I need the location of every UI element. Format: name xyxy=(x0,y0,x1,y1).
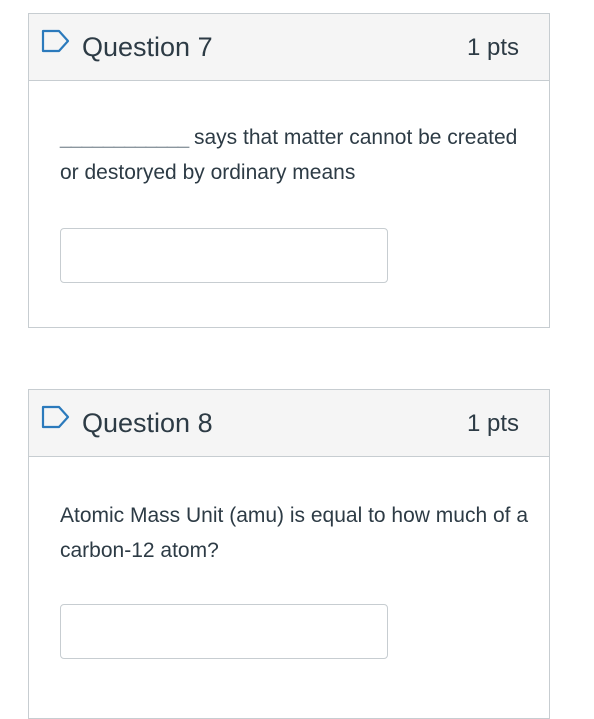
question-text: ____________ says that matter cannot be … xyxy=(60,120,530,190)
question-8-card: Question 8 1 pts Atomic Mass Unit (amu) … xyxy=(28,389,550,719)
answer-input[interactable] xyxy=(60,604,388,659)
flag-question-icon[interactable] xyxy=(41,29,71,53)
question-points: 1 pts xyxy=(466,34,519,61)
fill-in-blank: ____________ xyxy=(60,126,189,149)
question-7-card: Question 7 1 pts ____________ says that … xyxy=(28,13,550,328)
question-8-header: Question 8 1 pts xyxy=(29,390,549,457)
answer-input[interactable] xyxy=(60,228,388,283)
question-points: 1 pts xyxy=(466,410,519,437)
question-title: Question 7 xyxy=(82,32,213,62)
question-7-header: Question 7 1 pts xyxy=(29,14,549,81)
flag-question-icon[interactable] xyxy=(41,405,71,429)
question-title: Question 8 xyxy=(82,408,213,438)
question-text: Atomic Mass Unit (amu) is equal to how m… xyxy=(60,504,529,562)
